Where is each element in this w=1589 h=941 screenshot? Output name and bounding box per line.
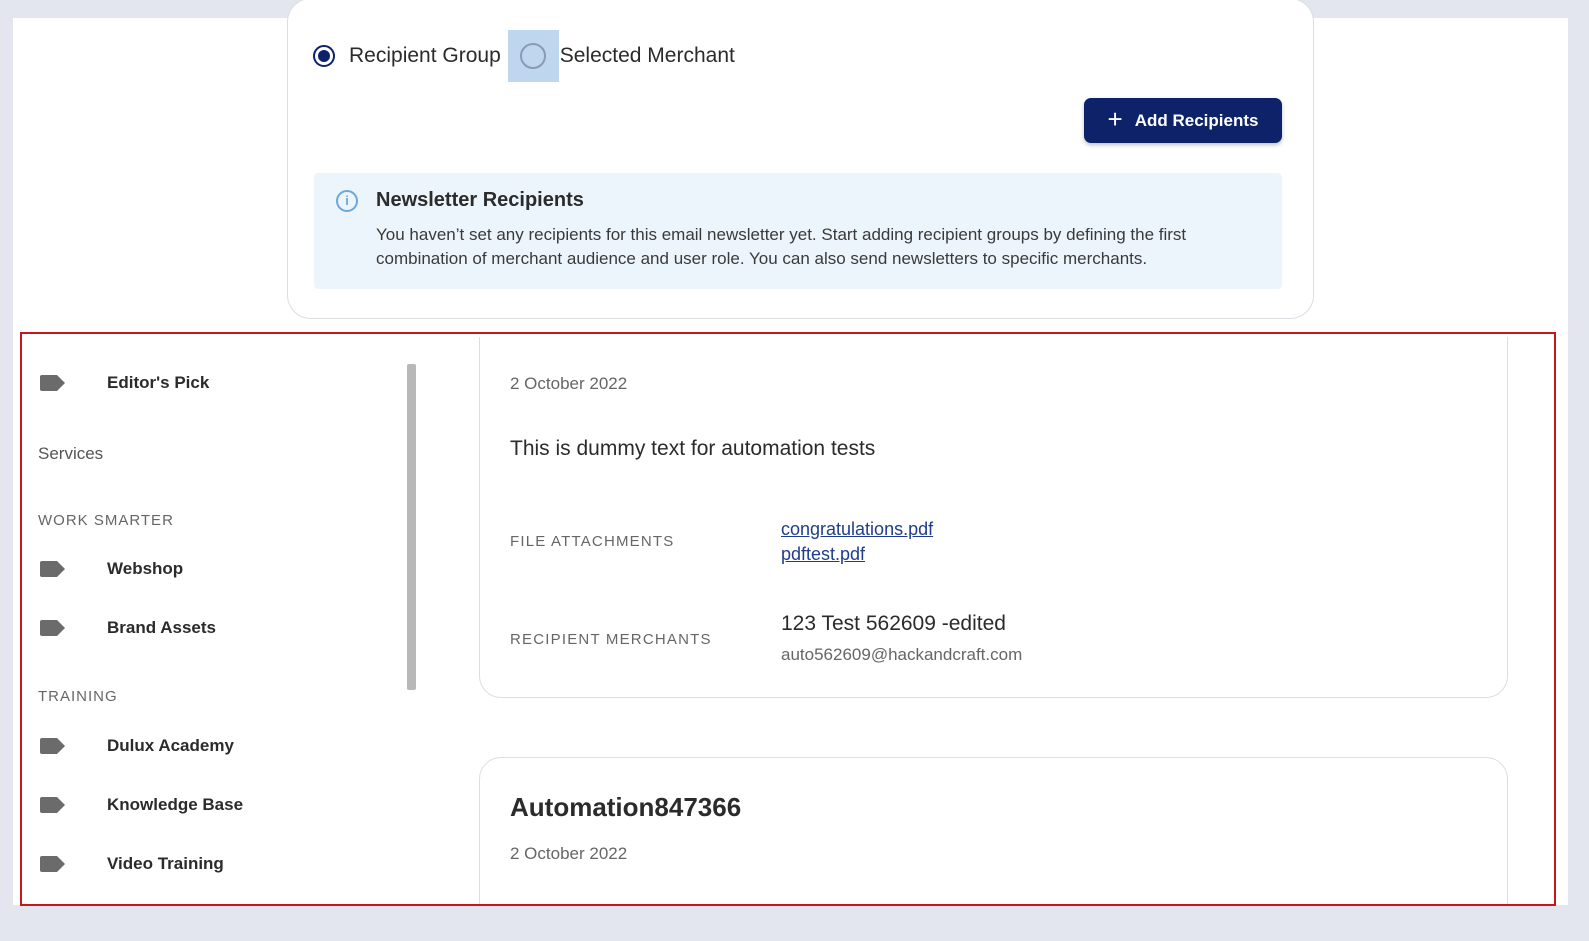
tag-icon	[40, 375, 65, 391]
radio-selected-merchant[interactable]: Selected Merchant	[501, 30, 735, 82]
attachment-link[interactable]: congratulations.pdf	[781, 519, 933, 540]
sidebar-item-label: Brand Assets	[107, 618, 216, 637]
newsletter-date: 2 October 2022	[510, 844, 628, 863]
info-icon: i	[336, 190, 358, 212]
recipients-panel: Recipient Group Selected Merchant + Add …	[13, 0, 1568, 337]
sidebar-item-knowledge-base[interactable]: Knowledge Base	[40, 795, 243, 814]
radio-selected-icon[interactable]	[313, 45, 335, 67]
newsletter-title: Automation847366	[510, 792, 742, 822]
newsletter-card: 2 October 2022 This is dummy text for au…	[479, 337, 1508, 698]
sidebar-section-services[interactable]: Services	[38, 444, 103, 464]
info-text: You haven’t set any recipients for this …	[376, 225, 1187, 268]
sidebar-group-training: TRAINING	[38, 688, 118, 705]
tag-icon	[40, 561, 65, 577]
recipient-merchants-label: RECIPIENT MERCHANTS	[510, 631, 712, 648]
plus-icon: +	[1107, 104, 1123, 134]
content-area: Editor's Pick Services WORK SMARTER Webs…	[13, 337, 1568, 905]
sidebar-item-editors-pick[interactable]: Editor's Pick	[40, 373, 209, 392]
sidebar-item-dulux-academy[interactable]: Dulux Academy	[40, 736, 234, 755]
radio-selected-merchant-label: Selected Merchant	[559, 44, 735, 67]
attachment-link[interactable]: pdftest.pdf	[781, 544, 865, 565]
sidebar-item-video-training[interactable]: Video Training	[40, 854, 224, 873]
sidebar-item-webshop[interactable]: Webshop	[40, 559, 183, 578]
sidebar-item-label: Webshop	[107, 559, 184, 578]
newsletter-card: Automation847366 2 October 2022	[479, 757, 1508, 905]
sidebar-item-label: Editor's Pick	[107, 373, 210, 392]
add-recipients-button[interactable]: + Add Recipients	[1084, 98, 1282, 143]
info-title: Newsletter Recipients	[376, 189, 584, 211]
file-attachments-label: FILE ATTACHMENTS	[510, 533, 675, 550]
newsletter-recipients-info: i Newsletter Recipients You haven’t set …	[314, 173, 1282, 289]
newsletter-body: This is dummy text for automation tests	[510, 437, 876, 460]
tag-icon	[40, 738, 65, 754]
tag-icon	[40, 620, 65, 636]
sidebar-item-label: Dulux Academy	[107, 736, 234, 755]
radio-recipient-group-label: Recipient Group	[349, 44, 501, 67]
tag-icon	[40, 797, 65, 813]
add-recipients-label: Add Recipients	[1134, 110, 1259, 130]
recipient-type-radio-group: Recipient Group Selected Merchant	[313, 30, 735, 82]
radio-unselected-icon[interactable]	[520, 43, 547, 69]
newsletter-date: 2 October 2022	[510, 374, 628, 393]
radio-focus-highlight[interactable]	[507, 30, 559, 82]
radio-recipient-group[interactable]: Recipient Group	[313, 44, 501, 68]
sidebar-item-label: Knowledge Base	[107, 795, 244, 814]
sidebar-item-label: Video Training	[107, 854, 224, 873]
sidebar-scrollbar[interactable]	[407, 364, 416, 690]
sidebar-item-brand-assets[interactable]: Brand Assets	[40, 618, 216, 637]
tag-icon	[40, 856, 65, 872]
merchant-name: 123 Test 562609 -edited	[781, 612, 1006, 635]
merchant-email: auto562609@hackandcraft.com	[781, 645, 1023, 664]
sidebar-group-work-smarter: WORK SMARTER	[38, 512, 174, 529]
